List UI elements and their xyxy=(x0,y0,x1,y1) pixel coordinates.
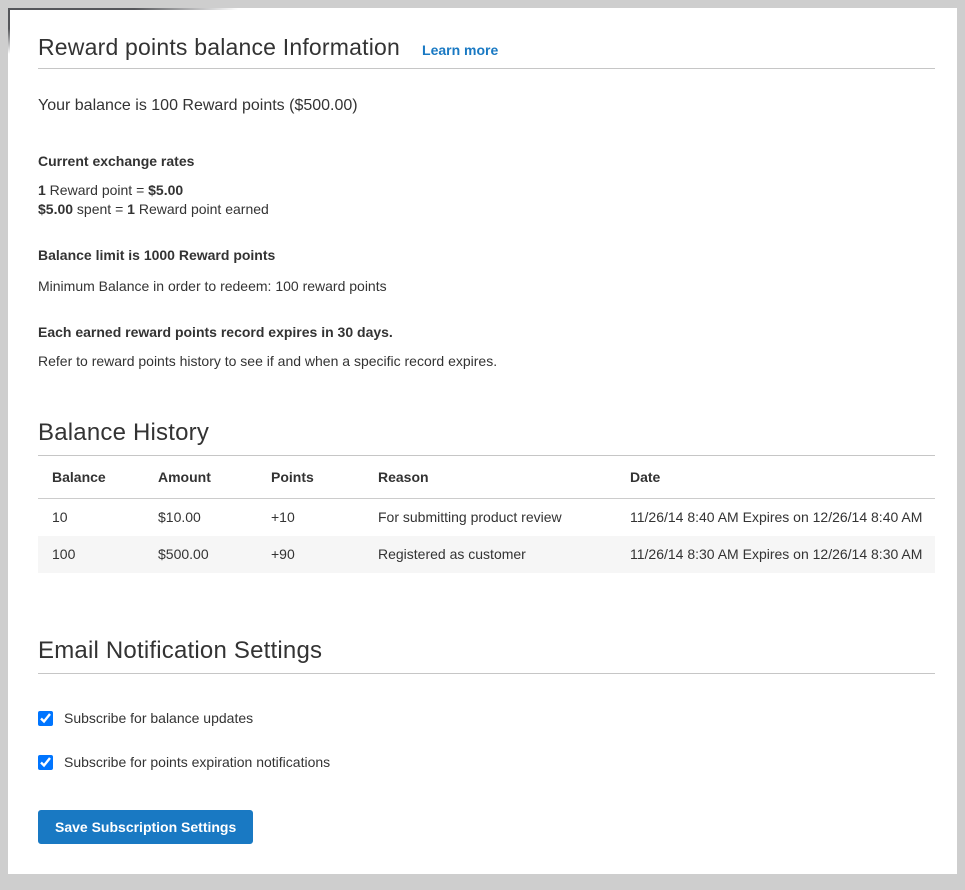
rate-line-currency-to-point: $5.00 spent = 1 Reward point earned xyxy=(38,200,935,219)
save-subscription-settings-button[interactable]: Save Subscription Settings xyxy=(38,810,253,844)
cell-balance: 100 xyxy=(38,536,144,573)
window-corner-artifact xyxy=(8,8,10,54)
expiry-hint-text: Refer to reward points history to see if… xyxy=(38,353,935,369)
column-header-balance: Balance xyxy=(38,456,144,499)
balance-updates-checkbox[interactable] xyxy=(38,711,53,726)
balance-summary: Your balance is 100 Reward points ($500.… xyxy=(38,95,935,117)
email-notification-settings-title: Email Notification Settings xyxy=(38,635,935,667)
column-header-points: Points xyxy=(257,456,364,499)
cell-amount: $500.00 xyxy=(144,536,257,573)
column-header-amount: Amount xyxy=(144,456,257,499)
table-row: 10 $10.00 +10 For submitting product rev… xyxy=(38,499,935,537)
cell-date: 11/26/14 8:40 AM Expires on 12/26/14 8:4… xyxy=(616,499,935,537)
table-row: 100 $500.00 +90 Registered as customer 1… xyxy=(38,536,935,573)
subscribe-balance-updates-row: Subscribe for balance updates xyxy=(38,710,935,726)
reward-points-card: Reward points balance Information Learn … xyxy=(8,8,957,874)
cell-reason: For submitting product review xyxy=(364,499,616,537)
column-header-date: Date xyxy=(616,456,935,499)
rate-line-point-to-currency: 1 Reward point = $5.00 xyxy=(38,181,935,200)
divider xyxy=(38,673,935,674)
cell-reason: Registered as customer xyxy=(364,536,616,573)
cell-amount: $10.00 xyxy=(144,499,257,537)
expiration-notifications-checkbox[interactable] xyxy=(38,755,53,770)
divider xyxy=(38,68,935,69)
learn-more-link[interactable]: Learn more xyxy=(422,42,498,58)
balance-history-title: Balance History xyxy=(38,417,935,449)
page-header: Reward points balance Information Learn … xyxy=(38,32,935,62)
column-header-reason: Reason xyxy=(364,456,616,499)
page-title: Reward points balance Information xyxy=(38,32,400,62)
minimum-balance-text: Minimum Balance in order to redeem: 100 … xyxy=(38,278,935,294)
table-header-row: Balance Amount Points Reason Date xyxy=(38,456,935,499)
exchange-rate-lines: 1 Reward point = $5.00 $5.00 spent = 1 R… xyxy=(38,181,935,219)
window-corner-artifact xyxy=(8,8,238,10)
cell-date: 11/26/14 8:30 AM Expires on 12/26/14 8:3… xyxy=(616,536,935,573)
expiration-notifications-label[interactable]: Subscribe for points expiration notifica… xyxy=(64,754,330,770)
cell-points: +90 xyxy=(257,536,364,573)
exchange-rates-heading: Current exchange rates xyxy=(38,153,935,169)
balance-limit-text: Balance limit is 1000 Reward points xyxy=(38,247,935,263)
cell-points: +10 xyxy=(257,499,364,537)
subscribe-expiration-notifications-row: Subscribe for points expiration notifica… xyxy=(38,754,935,770)
cell-balance: 10 xyxy=(38,499,144,537)
expiry-notice-text: Each earned reward points record expires… xyxy=(38,324,935,340)
balance-updates-label[interactable]: Subscribe for balance updates xyxy=(64,710,253,726)
balance-history-table: Balance Amount Points Reason Date 10 $10… xyxy=(38,456,935,573)
